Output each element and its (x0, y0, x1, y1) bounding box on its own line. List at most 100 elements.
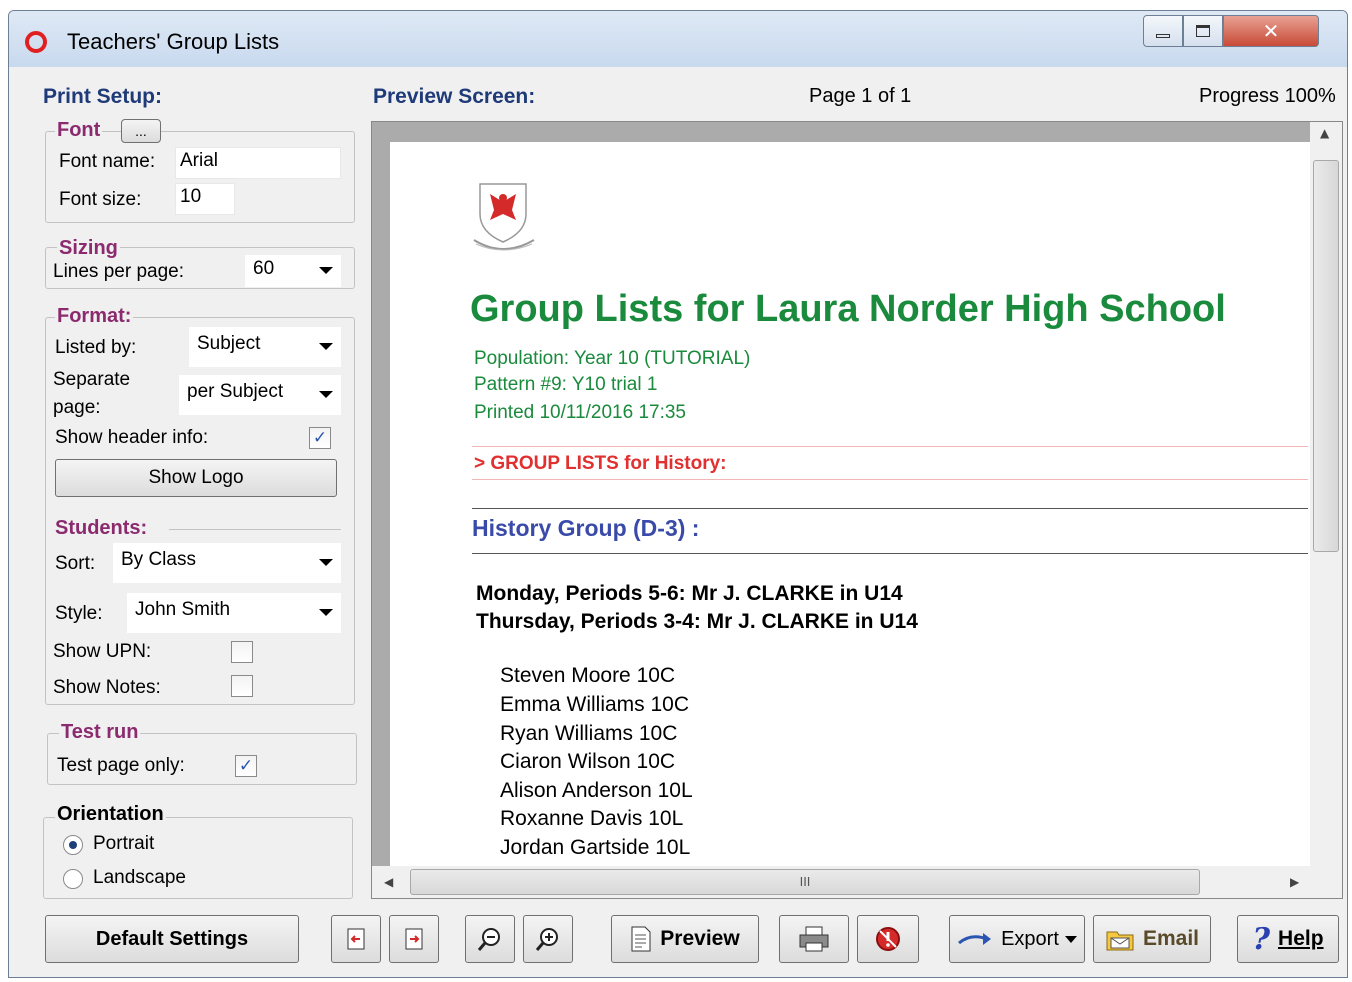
student-row: Jordan Gartside 10L (500, 836, 691, 859)
sort-select[interactable]: By Class (113, 543, 341, 583)
student-row: Ciaron Wilson 10C (500, 750, 676, 773)
listed-by-label: Listed by: (55, 337, 137, 358)
help-button-label: Help (1278, 927, 1324, 950)
show-upn-checkbox[interactable] (231, 641, 253, 663)
separate-page-label: Separate (53, 369, 131, 390)
zoom-out-icon (477, 928, 500, 951)
landscape-radio[interactable] (63, 869, 83, 889)
show-notes-checkbox[interactable] (231, 675, 253, 697)
students-group-label: Students: (53, 517, 150, 540)
preview-page: Group Lists for Laura Norder High School… (390, 142, 1310, 880)
email-button[interactable]: Email (1093, 915, 1211, 963)
close-button[interactable]: ✕ (1223, 15, 1319, 47)
font-group-label: Font (55, 119, 103, 142)
zoom-in-icon (535, 928, 558, 951)
maximize-button[interactable] (1183, 15, 1223, 47)
chevron-down-icon (319, 267, 333, 274)
chevron-down-icon (319, 391, 333, 398)
stop-icon (876, 927, 900, 951)
default-settings-button[interactable]: Default Settings (45, 915, 299, 963)
export-arrow-icon (958, 933, 992, 945)
group-lists-header: > GROUP LISTS for History: (472, 446, 1308, 480)
app-icon (25, 31, 47, 53)
sizing-group-label: Sizing (57, 237, 120, 260)
schedule-line: Thursday, Periods 3-4: Mr J. CLARKE in U… (476, 610, 918, 633)
font-size-field[interactable]: 10 (175, 183, 235, 215)
print-setup-label: Print Setup: (43, 85, 162, 108)
sort-value: By Class (121, 549, 196, 570)
printer-icon (799, 926, 829, 952)
previous-page-icon (347, 928, 365, 950)
history-group-title: History Group (D-3) : (472, 508, 1308, 554)
school-crest-logo (473, 183, 535, 251)
horizontal-scroll-thumb[interactable]: III (410, 869, 1200, 895)
print-button[interactable] (779, 915, 849, 963)
show-header-label: Show header info: (55, 427, 209, 448)
schedule-line: Monday, Periods 5-6: Mr J. CLARKE in U14 (476, 582, 903, 605)
minimize-button[interactable] (1143, 15, 1183, 47)
separate-page-label-line2: page: (53, 397, 101, 418)
help-icon: ? (1252, 921, 1271, 957)
scroll-right-icon[interactable]: ▶ (1290, 875, 1299, 889)
lines-per-page-select[interactable]: 60 (245, 255, 341, 287)
horizontal-scrollbar[interactable]: ◀ III ▶ (372, 866, 1342, 898)
window-title: Teachers' Group Lists (67, 29, 280, 54)
next-page-button[interactable] (389, 915, 439, 963)
lines-per-page-label: Lines per page: (53, 261, 184, 282)
maximize-icon (1196, 25, 1210, 37)
scroll-up-icon[interactable]: ▲ (1320, 126, 1329, 140)
progress-indicator: Progress 100% (1199, 85, 1336, 107)
minimize-icon (1156, 34, 1170, 38)
font-size-label: Font size: (59, 189, 142, 210)
student-row: Alison Anderson 10L (500, 779, 693, 802)
email-button-label: Email (1142, 927, 1200, 950)
show-notes-label: Show Notes: (53, 677, 161, 698)
checkmark-icon: ✓ (238, 756, 254, 776)
student-row: Roxanne Davis 10L (500, 807, 684, 830)
preview-button[interactable]: Preview (611, 915, 759, 963)
test-page-checkbox[interactable]: ✓ (235, 755, 257, 777)
zoom-out-button[interactable] (465, 915, 515, 963)
checkmark-icon: ✓ (312, 428, 328, 448)
zoom-in-button[interactable] (523, 915, 573, 963)
students-divider (169, 529, 341, 530)
vertical-scrollbar[interactable]: ▲ (1310, 122, 1342, 866)
previous-page-button[interactable] (331, 915, 381, 963)
document-icon (631, 926, 651, 952)
student-row: Ryan Williams 10C (500, 722, 678, 745)
preview-screen-label: Preview Screen: (373, 85, 536, 108)
separate-page-value: per Subject (187, 381, 284, 402)
page-indicator: Page 1 of 1 (809, 85, 912, 107)
title-bar[interactable]: Teachers' Group Lists ✕ (9, 11, 1347, 67)
style-label: Style: (55, 603, 103, 624)
font-browse-button[interactable]: ... (121, 119, 161, 143)
font-name-label: Font name: (59, 151, 156, 172)
listed-by-select[interactable]: Subject (189, 327, 341, 367)
student-row: Emma Williams 10C (500, 693, 690, 716)
show-upn-label: Show UPN: (53, 641, 152, 662)
stop-button[interactable] (857, 915, 919, 963)
portrait-radio[interactable] (63, 835, 83, 855)
next-page-icon (405, 928, 423, 950)
vertical-scroll-thumb[interactable] (1313, 160, 1339, 552)
pattern-line: Pattern #9: Y10 trial 1 (474, 374, 658, 395)
landscape-label: Landscape (93, 867, 186, 888)
chevron-down-icon (319, 559, 333, 566)
test-page-label: Test page only: (57, 755, 185, 776)
scroll-left-icon[interactable]: ◀ (384, 875, 393, 889)
separate-page-select[interactable]: per Subject (179, 375, 341, 415)
show-logo-button[interactable]: Show Logo (55, 459, 337, 497)
font-name-field[interactable]: Arial (175, 147, 341, 179)
main-window: Teachers' Group Lists ✕ Print Setup: Fon… (8, 10, 1348, 978)
style-select[interactable]: John Smith (127, 593, 341, 633)
orientation-group-label: Orientation (55, 803, 166, 826)
style-value: John Smith (135, 599, 231, 620)
help-button[interactable]: ? Help (1237, 915, 1339, 963)
preview-area[interactable]: Group Lists for Laura Norder High School… (371, 121, 1343, 899)
document-title: Group Lists for Laura Norder High School (470, 288, 1226, 330)
chevron-down-icon (319, 343, 333, 350)
show-header-checkbox[interactable]: ✓ (309, 427, 331, 449)
export-button[interactable]: Export (949, 915, 1085, 963)
listed-by-value: Subject (197, 333, 261, 354)
test-run-group-label: Test run (59, 721, 141, 744)
